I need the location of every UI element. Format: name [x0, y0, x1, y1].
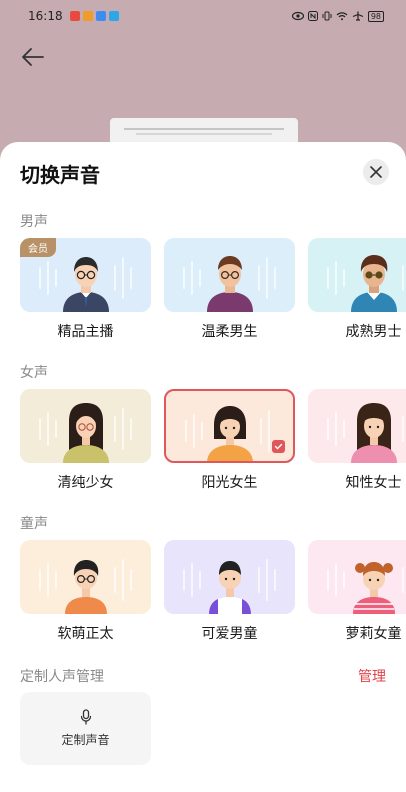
- voice-card[interactable]: 软萌正太: [20, 540, 151, 643]
- document-text-line: [136, 133, 272, 135]
- voice-name: 清纯少女: [57, 475, 114, 491]
- section-label-male: 男声: [20, 214, 48, 230]
- voice-name: 可爱男童: [201, 626, 258, 642]
- app-notification-icon: [69, 11, 80, 21]
- custom-voice-button[interactable]: 定制声音: [20, 692, 151, 765]
- voice-name: 知性女士: [345, 475, 402, 491]
- voice-card[interactable]: 成熟男士: [308, 238, 406, 341]
- voice-card[interactable]: 可爱男童: [164, 540, 295, 643]
- voice-tile: [308, 238, 406, 312]
- back-button[interactable]: [18, 42, 48, 72]
- voice-tile: 会员: [20, 238, 151, 312]
- avatar-gentle-boy: [207, 256, 253, 312]
- voice-card[interactable]: 阳光女生: [164, 389, 295, 492]
- airplane-icon: [352, 11, 364, 21]
- status-bar: 16:18 98: [0, 0, 406, 32]
- vip-badge: 会员: [20, 238, 56, 257]
- eye-icon: [291, 11, 304, 21]
- arrow-left-icon: [22, 48, 44, 66]
- voice-tile: [308, 389, 406, 463]
- custom-voice-button-label: 定制声音: [61, 733, 110, 747]
- section-label-child: 童声: [20, 516, 48, 532]
- status-right: 98: [291, 10, 384, 22]
- avatar-lovely-boy: [209, 561, 251, 614]
- voice-name: 成熟男士: [345, 324, 402, 340]
- app-notification-icon: [108, 11, 119, 21]
- wifi-icon: [336, 12, 348, 21]
- voice-tile-selected: [164, 389, 295, 463]
- voice-name: 萝莉女童: [345, 626, 402, 642]
- voice-name: 软萌正太: [57, 626, 114, 642]
- avatar-broadcaster: [63, 257, 109, 312]
- voice-card[interactable]: 会员 精品主播: [20, 238, 151, 341]
- close-icon: [370, 166, 382, 178]
- voice-name: 精品主播: [57, 324, 114, 340]
- sheet-title: 切换声音: [20, 163, 100, 187]
- voice-card[interactable]: 温柔男生: [164, 238, 295, 341]
- battery-level: 98: [367, 10, 384, 22]
- voice-card[interactable]: 知性女士: [308, 389, 406, 492]
- voice-card[interactable]: 萝莉女童: [308, 540, 406, 643]
- voice-name: 温柔男生: [201, 324, 258, 340]
- voice-tile: [164, 540, 295, 614]
- voice-tile: [308, 540, 406, 614]
- document-text-line: [124, 128, 284, 130]
- selected-check-icon: [272, 440, 285, 453]
- voice-tile: [164, 238, 295, 312]
- manage-link[interactable]: 管理: [358, 666, 386, 686]
- voice-tile: [20, 389, 151, 463]
- voice-row-male: 会员 精品主播 温柔男生 成熟男士: [20, 238, 406, 348]
- voice-row-child: 软萌正太 可爱男童 萝莉女童: [20, 540, 406, 650]
- avatar-pure-girl: [63, 403, 109, 463]
- status-left: 16:18: [28, 9, 119, 23]
- avatar-mature-man: [351, 255, 397, 312]
- custom-voice-header: 定制人声管理 管理: [20, 666, 386, 686]
- voice-name: 阳光女生: [201, 475, 258, 491]
- voice-card[interactable]: 清纯少女: [20, 389, 151, 492]
- avatar-cute-boy: [65, 560, 107, 614]
- nfc-icon: [307, 11, 318, 21]
- avatar-sunny-girl: [207, 406, 253, 461]
- app-notification-icon: [95, 11, 106, 21]
- close-button[interactable]: [363, 159, 389, 185]
- avatar-little-girl: [353, 562, 395, 614]
- microphone-icon: [80, 709, 91, 725]
- voice-row-female: 清纯少女 阳光女生 知性女士: [20, 389, 406, 499]
- status-time: 16:18: [28, 9, 63, 23]
- section-label-female: 女声: [20, 365, 48, 381]
- custom-voice-label: 定制人声管理: [20, 669, 104, 685]
- vibrate-icon: [322, 11, 332, 21]
- voice-tile: [20, 540, 151, 614]
- app-notification-icon: [82, 11, 93, 21]
- avatar-intellectual-lady: [351, 403, 397, 463]
- voice-switch-sheet: 切换声音 男声 会员 精品主播 温柔男生 成熟男士 女声 清纯少女 阳光女生 知…: [0, 142, 406, 792]
